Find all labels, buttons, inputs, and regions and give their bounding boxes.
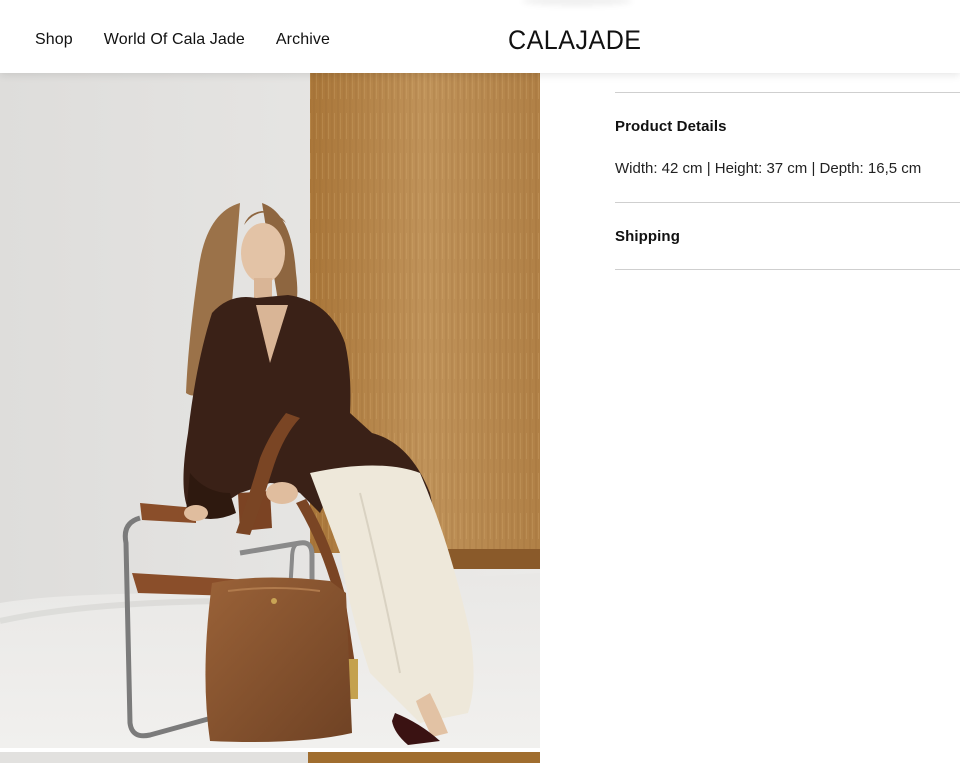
nav-shop-link[interactable]: Shop: [35, 30, 73, 50]
shipping-toggle[interactable]: Shipping: [615, 228, 680, 245]
accordion-divider: [615, 269, 960, 270]
product-image: [0, 73, 540, 748]
product-page: Shop World Of Cala Jade Archive CALAJADE: [0, 0, 960, 763]
brand-logo[interactable]: CALAJADE: [508, 26, 642, 54]
accordion-divider: [615, 92, 960, 93]
product-dimensions: Width: 42 cm | Height: 37 cm | Depth: 16…: [615, 160, 922, 177]
accordion-divider: [615, 202, 960, 203]
product-photo-illustration: [0, 73, 540, 748]
header-shadow: [522, 0, 632, 6]
main-nav: Shop World Of Cala Jade Archive: [35, 30, 330, 50]
site-header: Shop World Of Cala Jade Archive CALAJADE: [0, 0, 960, 73]
nav-world-link[interactable]: World Of Cala Jade: [104, 30, 245, 50]
product-details-toggle[interactable]: Product Details: [615, 118, 727, 135]
nav-archive-link[interactable]: Archive: [276, 30, 330, 50]
second-product-image: [0, 752, 540, 763]
